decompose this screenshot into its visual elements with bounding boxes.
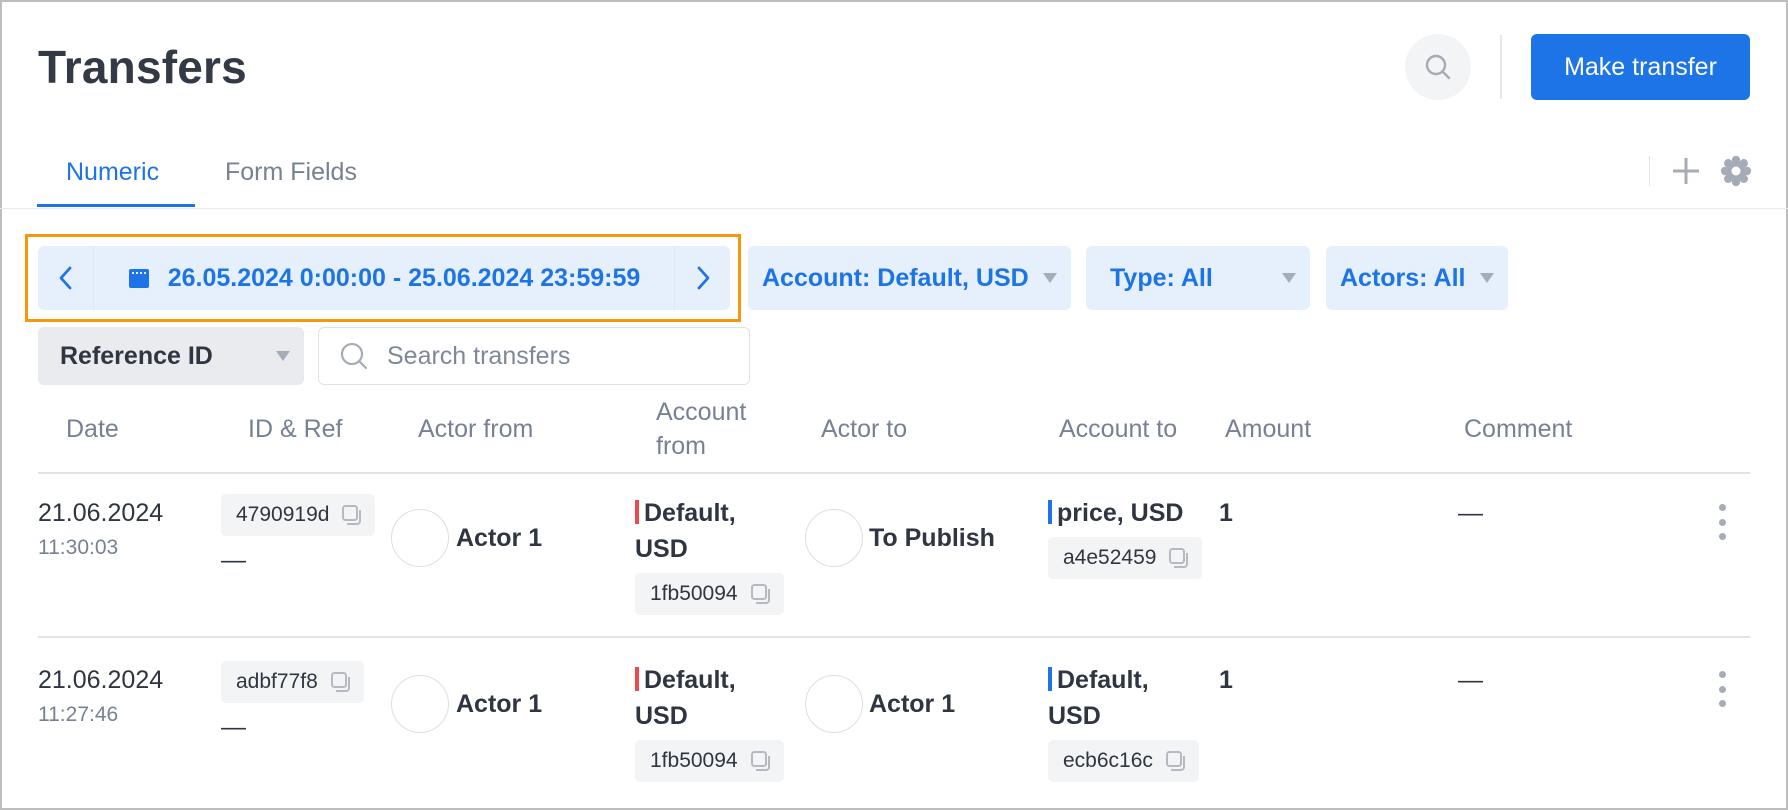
global-search-button[interactable] [1405,34,1471,100]
transfer-id: adbf77f8 [236,670,318,693]
row-comment: — [1458,499,1483,527]
copy-icon [750,751,770,771]
search-field-select[interactable]: Reference ID [38,327,304,385]
caret-down-icon [1043,273,1057,283]
calendar-icon [128,269,149,288]
caret-down-icon [1480,273,1494,283]
actor-to-avatar [805,509,863,567]
column-header-actor-from: Actor from [418,415,534,443]
row-time: 11:30:03 [38,536,119,559]
search-icon [340,342,368,370]
kebab-dot [1718,671,1726,678]
account-from[interactable]: Default, USD [635,662,765,734]
transfer-id-chip[interactable]: 4790919d [221,494,376,536]
tab-actions-divider [1649,156,1650,186]
column-header-account-from: Account from [656,398,747,460]
account-to-marker [1048,667,1052,691]
account-from-id-chip[interactable]: 1fb50094 [635,740,784,782]
column-header-account-to: Account to [1059,415,1178,443]
date-next-button[interactable] [674,246,730,310]
tabs-divider [0,208,1788,209]
account-from-id: 1fb50094 [650,749,738,772]
row-menu-button[interactable] [1712,504,1732,540]
account-from-marker [635,500,639,524]
actor-from-name[interactable]: Actor 1 [456,690,542,719]
account-from[interactable]: Default, USD [635,495,765,567]
row-amount: 1 [1219,499,1233,527]
transfer-id-chip[interactable]: adbf77f8 [221,661,364,703]
active-tab-indicator [37,204,195,207]
page-title: Transfers [38,41,247,93]
account-filter-label: Account: Default, USD [762,263,1029,292]
actor-from-avatar [391,675,449,733]
kebab-dot [1718,504,1726,511]
search-transfers-box [318,327,750,385]
account-to-marker [1048,500,1052,524]
copy-icon [330,672,350,692]
date-range-value: 26.05.2024 0:00:00 - 25.06.2024 23:59:59 [167,263,641,292]
search-icon [1425,54,1451,80]
chevron-right-icon [697,266,709,290]
header-divider [1500,35,1502,99]
kebab-dot [1718,518,1726,526]
kebab-dot [1718,533,1726,540]
transfer-ref: — [221,713,246,741]
tab-form-fields[interactable]: Form Fields [225,158,357,187]
actor-from-avatar [391,509,449,567]
account-from-name: Default, USD [635,499,736,563]
chevron-left-icon [59,266,71,290]
row-menu-button[interactable] [1712,671,1732,707]
column-header-amount: Amount [1225,415,1312,443]
caret-down-icon [1282,273,1296,283]
row-amount: 1 [1219,666,1233,694]
actors-filter[interactable]: Actors: All [1326,246,1508,310]
column-header-id-ref: ID & Ref [248,415,343,443]
account-from-name: Default, USD [635,666,736,730]
gear-icon[interactable] [1720,155,1752,187]
transfer-id: 4790919d [236,503,330,526]
account-to-name: price, USD [1057,499,1184,527]
row-date: 21.06.2024 [38,666,164,694]
kebab-dot [1718,685,1726,693]
account-to-id-chip[interactable]: ecb6c16c [1048,740,1199,782]
account-to-id: a4e52459 [1063,546,1157,569]
actor-to-avatar [805,675,863,733]
copy-icon [1165,751,1185,771]
copy-icon [1169,548,1189,568]
make-transfer-button[interactable]: Make transfer [1531,34,1750,100]
search-transfers-input[interactable] [387,341,727,371]
actor-from-name[interactable]: Actor 1 [456,524,542,553]
account-from-id: 1fb50094 [650,582,738,605]
caret-down-icon [276,351,290,361]
account-filter[interactable]: Account: Default, USD [748,246,1071,310]
date-range-button[interactable]: 26.05.2024 0:00:00 - 25.06.2024 23:59:59 [94,264,674,293]
tab-numeric[interactable]: Numeric [66,158,159,187]
account-to[interactable]: Default, USD [1048,662,1178,734]
account-to-id-chip[interactable]: a4e52459 [1048,537,1203,579]
date-range-picker: 26.05.2024 0:00:00 - 25.06.2024 23:59:59 [38,246,730,310]
account-to[interactable]: price, USD [1048,495,1198,531]
copy-icon [342,505,362,525]
account-to-id: ecb6c16c [1063,749,1153,772]
copy-icon [750,584,770,604]
type-filter-label: Type: All [1110,263,1213,292]
row-time: 11:27:46 [38,703,119,726]
account-from-marker [635,667,639,691]
plus-icon[interactable] [1670,155,1702,187]
row-comment: — [1458,666,1483,694]
type-filter[interactable]: Type: All [1086,246,1310,310]
actors-filter-label: Actors: All [1340,263,1466,292]
transfer-ref: — [221,546,246,574]
row-date: 21.06.2024 [38,499,164,527]
column-header-date: Date [66,415,119,443]
actor-to-name[interactable]: Actor 1 [869,690,955,719]
column-header-actor-to: Actor to [821,415,908,443]
kebab-dot [1718,700,1726,707]
search-field-label: Reference ID [60,341,213,370]
account-to-name: Default, USD [1048,666,1149,730]
date-prev-button[interactable] [38,246,94,310]
actor-to-name[interactable]: To Publish [869,524,995,553]
column-header-comment: Comment [1464,415,1573,443]
account-from-id-chip[interactable]: 1fb50094 [635,573,784,615]
